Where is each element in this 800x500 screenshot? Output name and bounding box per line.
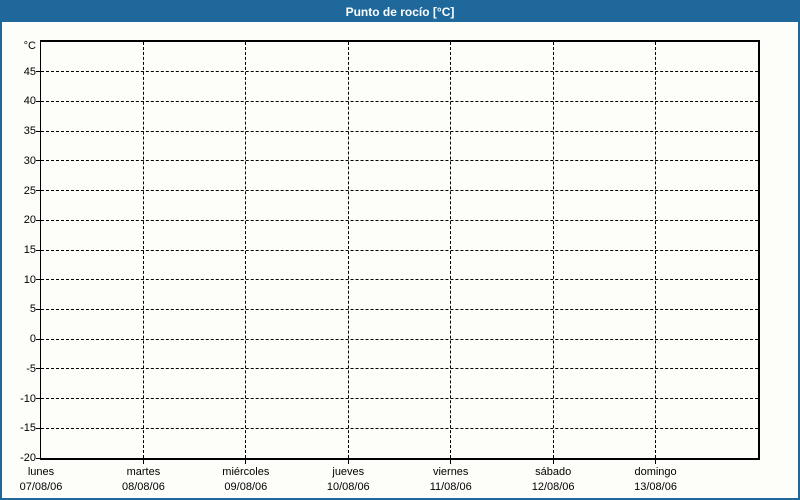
y-tick-label: 5	[29, 303, 36, 316]
y-tick-label: 20	[23, 214, 36, 227]
y-axis-tick	[36, 279, 40, 281]
x-day-label: viernes	[432, 466, 469, 478]
gridline-horizontal	[41, 160, 758, 162]
x-day-label: miércoles	[222, 466, 270, 478]
y-tick-label: -5	[26, 362, 36, 375]
gridline-horizontal	[41, 249, 758, 251]
gridline-horizontal	[41, 368, 758, 370]
y-tick-label: 25	[23, 184, 36, 197]
x-axis-tick	[347, 460, 349, 464]
y-tick-label: -10	[20, 392, 36, 405]
y-axis-tick	[36, 190, 40, 192]
chart-window: Punto de rocío [°C] °C 45 40 35 30 25 20 15 10 5…	[0, 0, 800, 500]
gridline-horizontal	[41, 100, 758, 102]
chart-title: Punto de rocío [°C]	[345, 5, 455, 19]
y-axis-tick	[36, 368, 40, 370]
y-axis-tick	[36, 308, 40, 310]
x-axis-tick	[450, 460, 452, 464]
gridline-vertical	[655, 42, 657, 458]
y-axis-unit-label: °C	[23, 40, 36, 52]
gridline-vertical	[347, 42, 349, 458]
gridline-vertical	[142, 42, 144, 458]
y-tick-label: 35	[23, 125, 36, 138]
plot-area	[40, 40, 760, 460]
y-tick-label: 30	[23, 154, 36, 167]
y-axis-tick	[36, 338, 40, 340]
y-axis-tick	[36, 427, 40, 429]
y-axis-tick	[36, 100, 40, 102]
gridline-horizontal	[41, 219, 758, 221]
x-day-label: martes	[126, 466, 161, 478]
y-axis-tick	[36, 457, 40, 459]
y-axis-tick	[36, 398, 40, 400]
x-date-label: 08/08/06	[122, 481, 165, 493]
gridline-horizontal	[41, 279, 758, 281]
gridline-horizontal	[41, 71, 758, 73]
y-tick-label: 10	[23, 273, 36, 286]
gridline-vertical	[552, 42, 554, 458]
y-tick-label: 45	[23, 65, 36, 78]
x-day-label: jueves	[332, 466, 365, 478]
x-date-label: 12/08/06	[531, 481, 575, 493]
x-day-label: sábado	[535, 466, 572, 478]
x-day-label: lunes	[27, 466, 55, 478]
gridline-vertical	[245, 42, 247, 458]
y-tick-label: 0	[29, 333, 36, 346]
y-axis-tick	[36, 130, 40, 132]
y-tick-label: 15	[23, 244, 36, 256]
x-axis-tick	[142, 460, 144, 464]
gridline-horizontal	[41, 427, 758, 429]
x-date-label: 13/08/06	[634, 481, 677, 493]
y-axis-tick	[36, 71, 40, 73]
y-tick-label: 40	[23, 95, 36, 108]
x-day-label: domingo	[634, 466, 677, 478]
x-axis-tick	[655, 460, 657, 464]
y-axis-tick	[36, 219, 40, 221]
x-date-label: 11/08/06	[429, 481, 472, 493]
x-date-label: 07/08/06	[19, 481, 63, 493]
y-tick-label: -20	[20, 452, 36, 464]
x-date-label: 10/08/06	[326, 481, 370, 493]
gridline-horizontal	[41, 190, 758, 192]
gridline-vertical	[450, 42, 452, 458]
gridline-horizontal	[41, 398, 758, 400]
gridline-horizontal	[41, 130, 758, 132]
x-axis-tick	[552, 460, 554, 464]
gridline-horizontal	[41, 308, 758, 310]
y-axis-tick	[36, 160, 40, 162]
x-date-label: 09/08/06	[224, 481, 268, 493]
y-axis-tick	[36, 249, 40, 251]
chart-title-bar: Punto de rocío [°C]	[2, 2, 798, 22]
y-tick-label: -15	[20, 422, 36, 435]
gridline-horizontal	[41, 338, 758, 340]
x-axis-tick	[245, 460, 247, 464]
